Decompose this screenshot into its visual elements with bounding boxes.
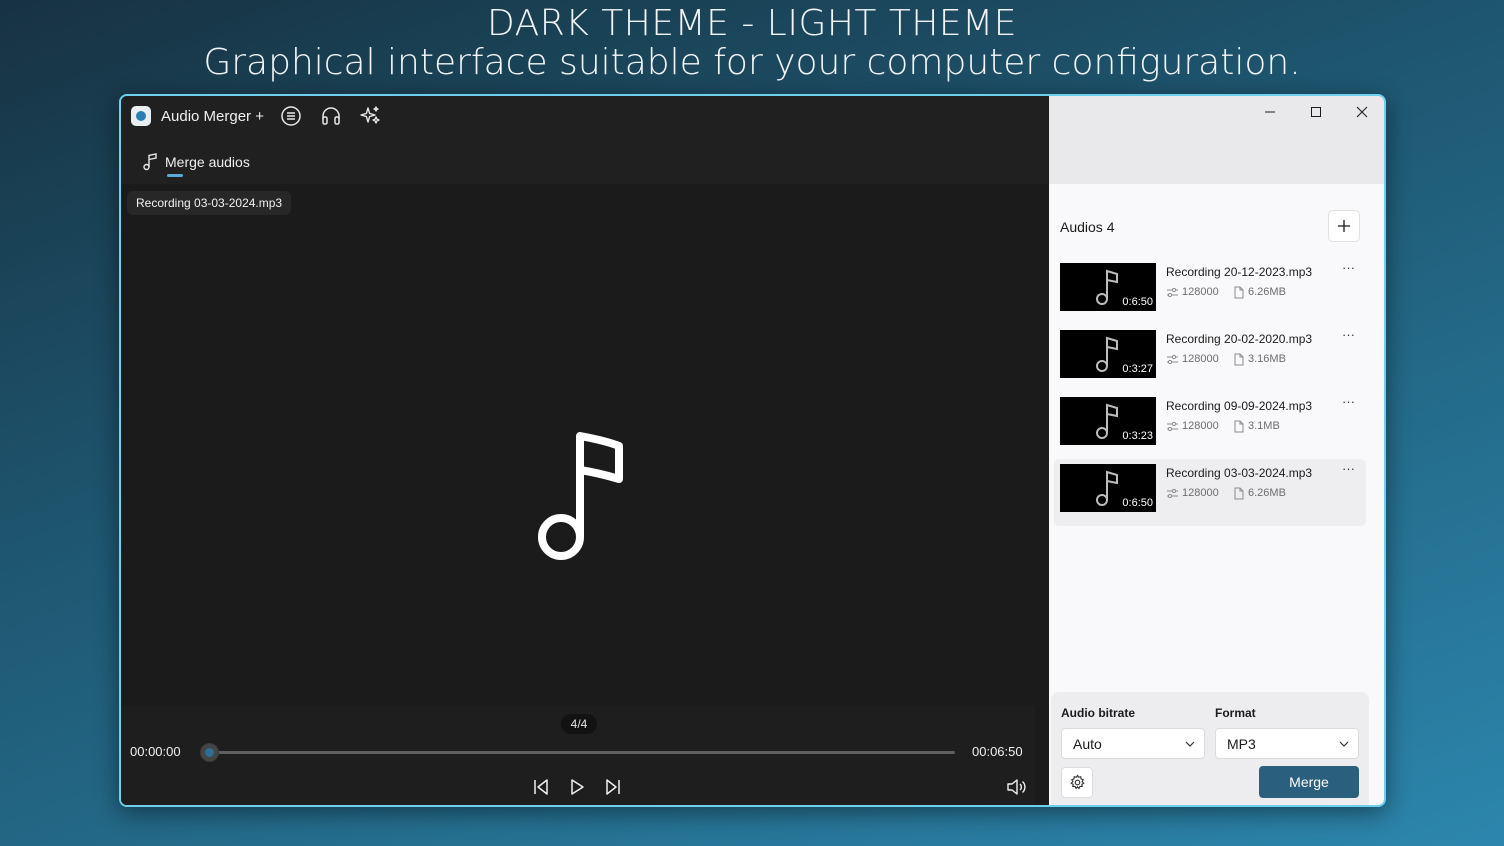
settings-button[interactable] (1061, 767, 1093, 798)
gear-icon (1070, 774, 1085, 790)
track-counter: 4/4 (561, 714, 597, 734)
list-item[interactable]: 0:6:50 Recording 03-03-2024.mp3 128000 6… (1054, 459, 1366, 526)
music-note-icon (1096, 403, 1118, 439)
chevron-down-icon (1339, 741, 1349, 747)
close-icon (1356, 106, 1368, 118)
app-window: Audio Merger + Merge audios Recording 03… (119, 94, 1386, 807)
more-options-button[interactable]: ··· (1342, 461, 1355, 476)
sparkles-icon[interactable] (360, 105, 382, 127)
next-button[interactable] (602, 776, 624, 798)
bitrate-value: Auto (1073, 736, 1102, 752)
audio-duration: 0:6:50 (1122, 296, 1153, 308)
promo-headline: DARK THEME - LIGHT THEME Graphical inter… (0, 4, 1504, 83)
audios-count-title: Audios 4 (1060, 219, 1115, 235)
close-button[interactable] (1347, 100, 1377, 124)
title-bar: Audio Merger + (121, 96, 1049, 140)
audio-thumbnail: 0:3:27 (1060, 330, 1156, 378)
current-file-label: Recording 03-03-2024.mp3 (127, 191, 292, 215)
more-options-button[interactable]: ··· (1342, 327, 1355, 342)
sliders-icon (1167, 287, 1178, 298)
play-button[interactable] (566, 776, 588, 798)
list-item[interactable]: 0:6:50 Recording 20-12-2023.mp3 128000 6… (1054, 258, 1366, 325)
playback-controls: 4/4 00:00:00 00:06:50 (121, 706, 1035, 805)
audio-name: Recording 09-09-2024.mp3 (1166, 399, 1313, 413)
maximize-icon (1311, 107, 1321, 117)
previous-button[interactable] (530, 776, 552, 798)
media-player: Recording 03-03-2024.mp3 4/4 00:00:00 00… (121, 184, 1049, 805)
bitrate-select[interactable]: Auto (1061, 728, 1205, 759)
headphones-icon[interactable] (320, 105, 342, 127)
audio-thumbnail: 0:6:50 (1060, 464, 1156, 512)
tab-selected-indicator (167, 174, 183, 177)
sliders-icon (1167, 421, 1178, 432)
audio-thumbnail: 0:6:50 (1060, 263, 1156, 311)
file-icon (1234, 420, 1244, 433)
file-icon (1234, 487, 1244, 500)
tab-bar: Merge audios (121, 140, 1049, 184)
promo-heading: DARK THEME - LIGHT THEME (487, 3, 1017, 44)
maximize-button[interactable] (1301, 100, 1331, 124)
list-item[interactable]: 0:3:23 Recording 09-09-2024.mp3 128000 3… (1054, 392, 1366, 459)
music-note-icon (1096, 336, 1118, 372)
sliders-icon (1167, 354, 1178, 365)
minimize-button[interactable] (1255, 100, 1285, 124)
total-time: 00:06:50 (972, 744, 1023, 759)
merge-button[interactable]: Merge (1259, 766, 1359, 798)
format-label: Format (1215, 706, 1256, 720)
more-options-button[interactable]: ··· (1342, 260, 1355, 275)
format-select[interactable]: MP3 (1215, 728, 1359, 759)
promo-subheading: Graphical interface suitable for your co… (203, 42, 1301, 83)
minimize-icon (1265, 111, 1275, 113)
output-settings-panel: Audio bitrate Auto Format MP3 Merge (1051, 692, 1369, 805)
file-icon (1234, 353, 1244, 366)
volume-button[interactable] (1005, 776, 1027, 798)
add-audio-button[interactable] (1328, 210, 1360, 242)
dark-theme-pane: Audio Merger + Merge audios Recording 03… (121, 96, 1049, 805)
volume-icon (1007, 779, 1026, 795)
file-icon (1234, 286, 1244, 299)
list-icon[interactable] (280, 105, 302, 127)
more-options-button[interactable]: ··· (1342, 394, 1355, 409)
sliders-icon (1167, 488, 1178, 499)
tab-label: Merge audios (165, 154, 250, 170)
music-note-icon (143, 153, 157, 171)
skip-previous-icon (534, 779, 548, 795)
chevron-down-icon (1185, 741, 1195, 747)
bitrate-label: Audio bitrate (1061, 706, 1135, 720)
audio-duration: 0:3:23 (1122, 430, 1153, 442)
play-icon (571, 779, 584, 795)
list-item[interactable]: 0:3:27 Recording 20-02-2020.mp3 128000 3… (1054, 325, 1366, 392)
seek-bar[interactable] (209, 751, 955, 754)
seek-thumb[interactable] (200, 743, 219, 762)
music-note-icon (538, 432, 623, 560)
light-title-area (1049, 96, 1384, 184)
audio-list: 0:6:50 Recording 20-12-2023.mp3 128000 6… (1054, 258, 1366, 526)
audio-name: Recording 20-02-2020.mp3 (1166, 332, 1313, 346)
audio-name: Recording 03-03-2024.mp3 (1166, 466, 1313, 480)
audio-thumbnail: 0:3:23 (1060, 397, 1156, 445)
app-title: Audio Merger + (161, 108, 264, 125)
current-time: 00:00:00 (130, 744, 181, 759)
audio-duration: 0:3:27 (1122, 363, 1153, 375)
plus-icon (1338, 220, 1350, 232)
audio-name: Recording 20-12-2023.mp3 (1166, 265, 1313, 279)
app-logo-icon (131, 106, 151, 126)
music-note-icon (1096, 269, 1118, 305)
audio-duration: 0:6:50 (1122, 497, 1153, 509)
music-note-icon (1096, 470, 1118, 506)
format-value: MP3 (1227, 736, 1256, 752)
light-theme-pane: Audios 4 0:6:50 Recording 20-12-2023.mp3… (1049, 96, 1384, 805)
skip-next-icon (606, 779, 620, 795)
